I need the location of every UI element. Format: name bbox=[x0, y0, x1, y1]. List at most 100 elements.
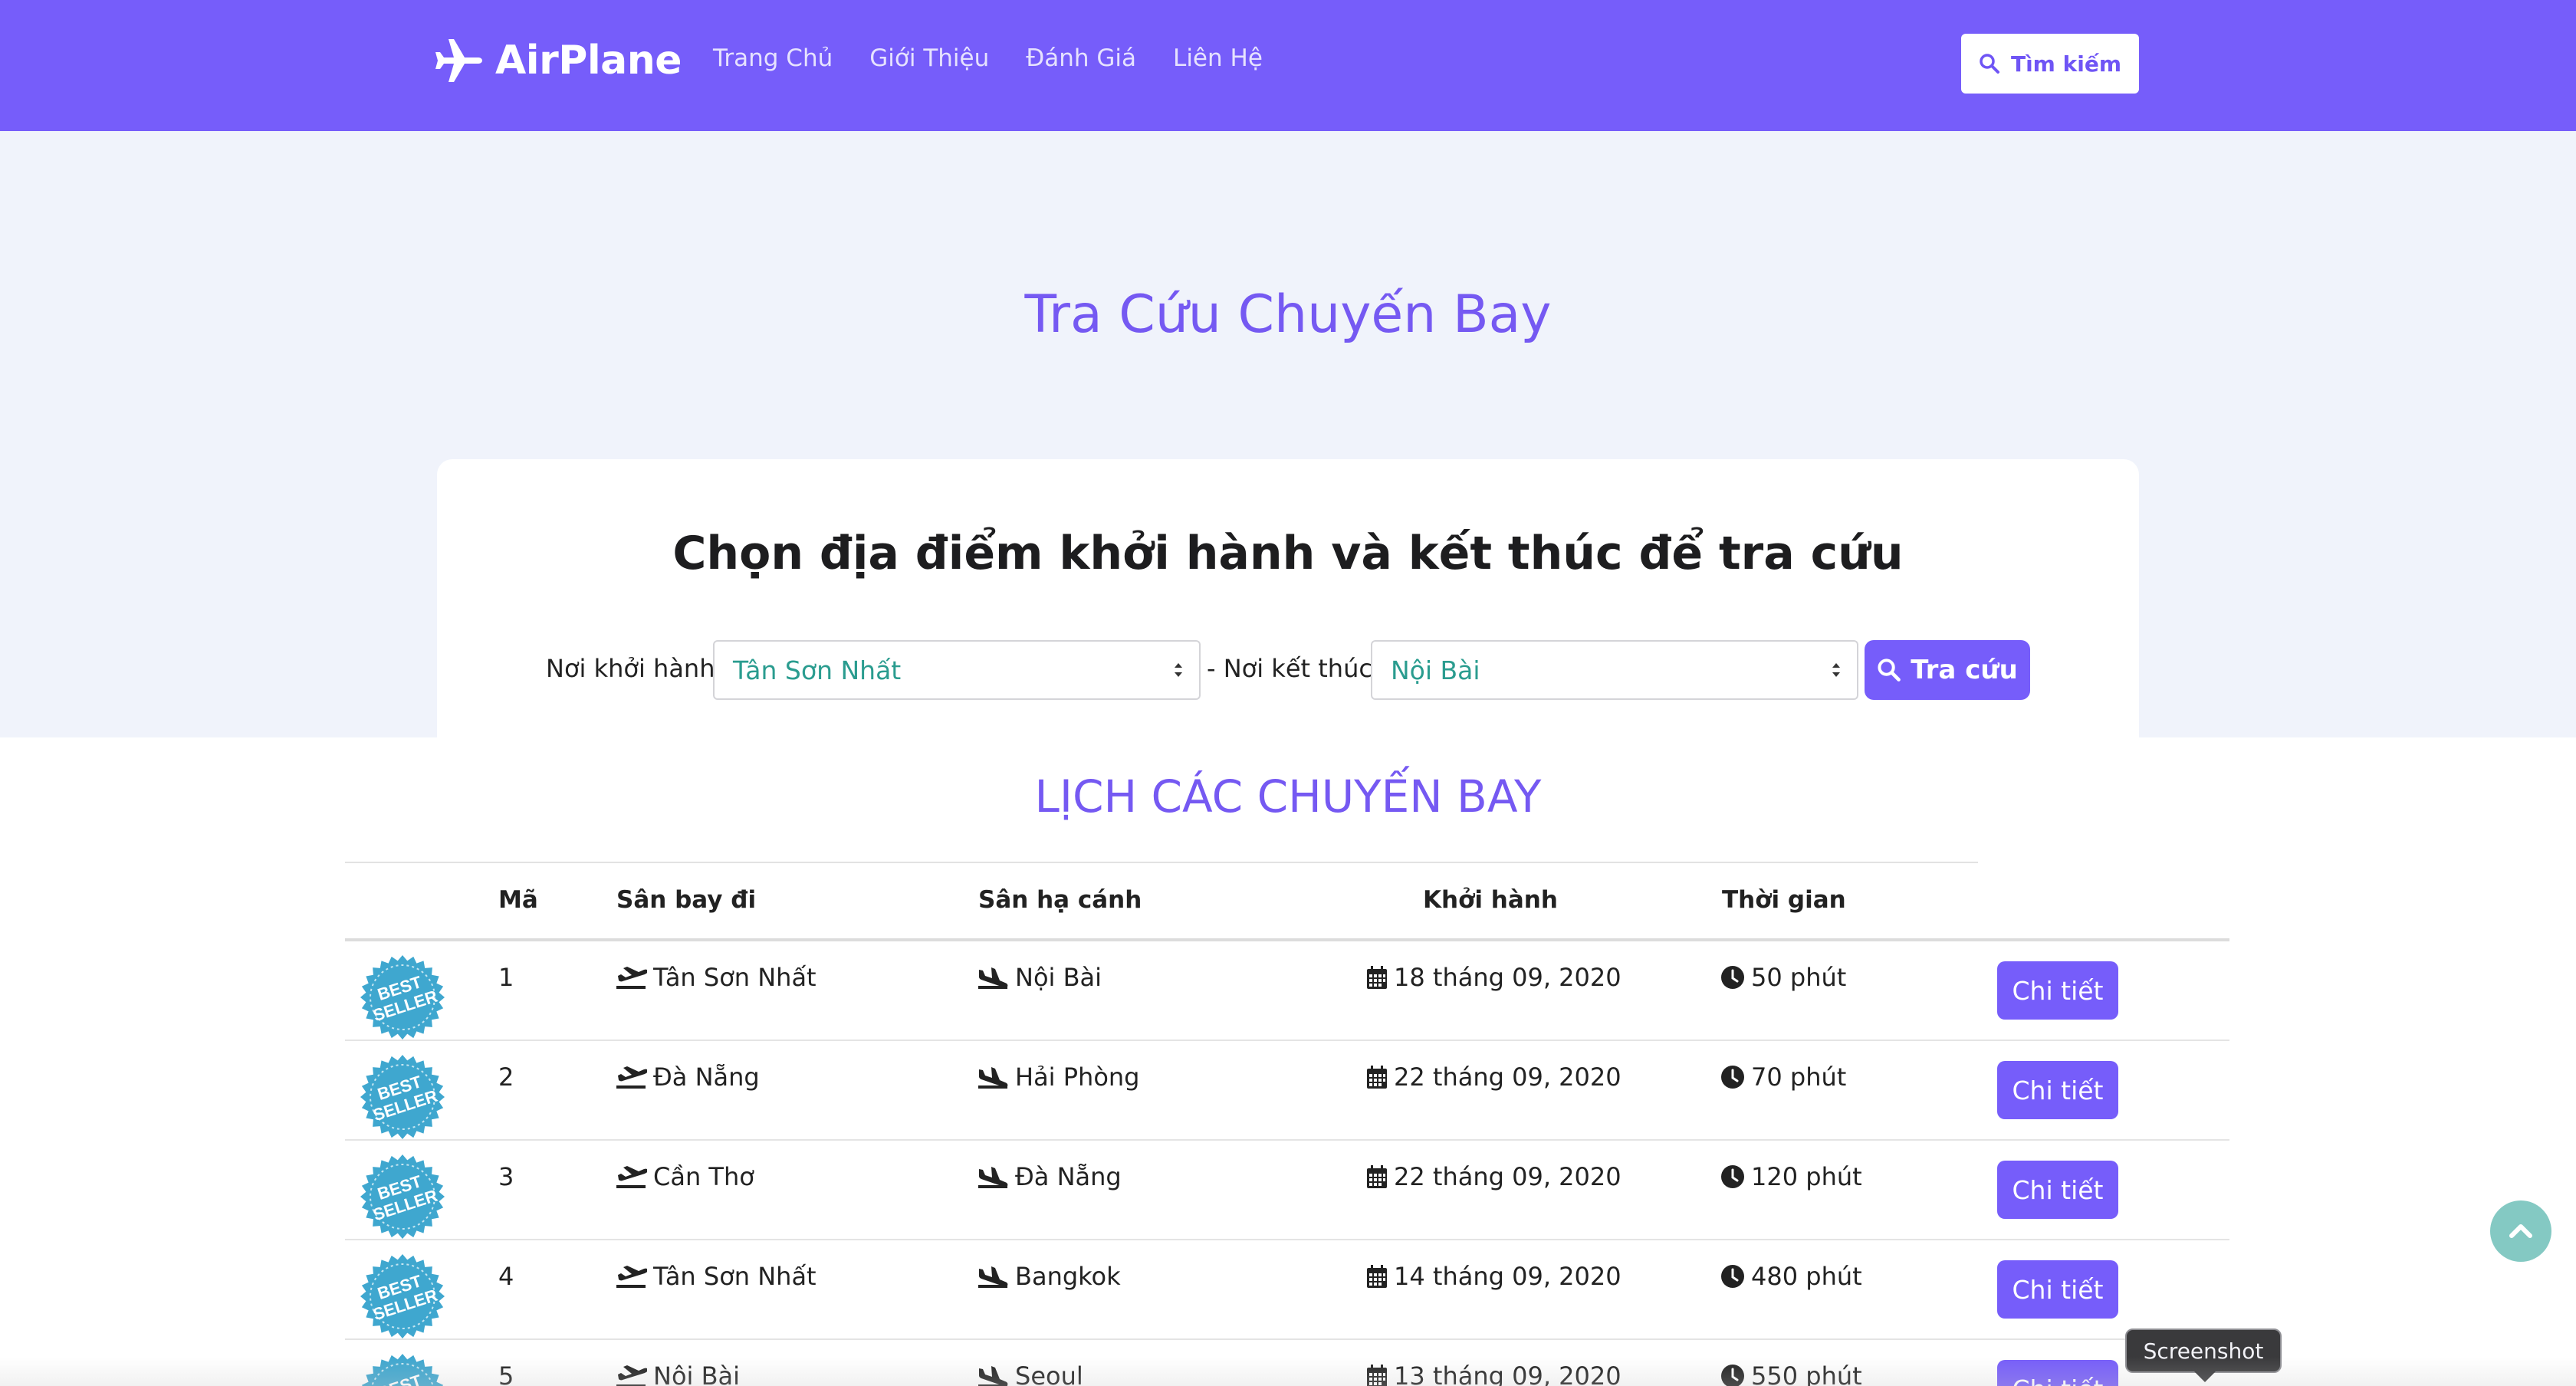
departure-airport: Tân Sơn Nhất bbox=[653, 963, 816, 992]
calendar-icon bbox=[1367, 1365, 1387, 1386]
scroll-to-top-button[interactable] bbox=[2490, 1200, 2551, 1262]
column-header-duration: Thời gian bbox=[1722, 886, 1846, 914]
plane-departure-icon bbox=[616, 1066, 647, 1089]
search-icon bbox=[1980, 54, 1999, 74]
lookup-button[interactable]: Tra cứu bbox=[1865, 640, 2030, 700]
arrival-airport: Hải Phòng bbox=[1015, 1062, 1140, 1092]
arrival-airport-cell: Đà Nẵng bbox=[977, 1162, 1122, 1191]
select-caret-icon bbox=[1832, 663, 1840, 677]
departure-airport: Nội Bài bbox=[653, 1361, 741, 1386]
from-label: Nơi khởi hành: bbox=[546, 654, 724, 683]
arrival-airport-cell: Nội Bài bbox=[977, 963, 1102, 992]
arrival-airport: Bangkok bbox=[1015, 1262, 1121, 1291]
search-card-heading: Chọn địa điểm khởi hành và kết thúc để t… bbox=[672, 527, 1904, 580]
duration-cell: 120 phút bbox=[1720, 1162, 1862, 1191]
clock-icon bbox=[1721, 1265, 1744, 1288]
search-button[interactable]: Tìm kiếm bbox=[1961, 34, 2139, 94]
plane-arrival-icon bbox=[978, 1067, 1008, 1089]
calendar-icon bbox=[1367, 966, 1387, 989]
table-row: BEST SELLER 1 Tân Sơn Nhất Nội Bài 18 tháng 0… bbox=[345, 941, 2229, 1041]
from-select-value: Tân Sơn Nhất bbox=[733, 655, 902, 685]
to-select-value: Nội Bài bbox=[1391, 655, 1480, 685]
arrival-airport-cell: Bangkok bbox=[977, 1262, 1121, 1291]
arrival-airport-cell: Seoul bbox=[977, 1361, 1083, 1386]
detail-button[interactable]: Chi tiết bbox=[1997, 1360, 2118, 1386]
nav-link-reviews[interactable]: Đánh Giá bbox=[1026, 44, 1136, 72]
flight-duration: 480 phút bbox=[1751, 1262, 1862, 1291]
select-caret-icon bbox=[1175, 663, 1182, 677]
plane-arrival-icon bbox=[978, 1366, 1008, 1386]
best-seller-badge: BESTSELLER bbox=[360, 1154, 445, 1239]
column-header-arrival-airport: Sân hạ cánh bbox=[978, 886, 1142, 914]
flight-code: 2 bbox=[498, 1062, 514, 1092]
duration-cell: 550 phút bbox=[1720, 1361, 1862, 1386]
to-select[interactable]: Nội Bài bbox=[1371, 640, 1858, 700]
search-card: Chọn địa điểm khởi hành và kết thúc để t… bbox=[437, 459, 2139, 761]
nav-link-home[interactable]: Trang Chủ bbox=[713, 44, 833, 72]
arrival-airport: Seoul bbox=[1015, 1361, 1083, 1386]
best-seller-badge: BESTSELLER bbox=[360, 955, 445, 1040]
departure-date: 18 tháng 09, 2020 bbox=[1394, 963, 1622, 992]
airplane-icon bbox=[435, 39, 482, 82]
departure-date-cell: 13 tháng 09, 2020 bbox=[1366, 1361, 1622, 1386]
table-row: BESTSELLER 5 Nội Bài Seoul 13 tháng 09, 2020… bbox=[345, 1340, 2229, 1386]
departure-airport: Đà Nẵng bbox=[653, 1062, 760, 1092]
flight-duration: 120 phút bbox=[1751, 1162, 1862, 1191]
lookup-button-label: Tra cứu bbox=[1911, 655, 2018, 685]
brand-name: AirPlane bbox=[495, 38, 682, 84]
detail-button[interactable]: Chi tiết bbox=[1997, 1260, 2118, 1319]
table-row: BEST SELLER 4 Tân Sơn Nhất Bangkok 14 tháng 0… bbox=[345, 1240, 2229, 1340]
flight-duration: 550 phút bbox=[1751, 1361, 1862, 1386]
departure-airport: Tân Sơn Nhất bbox=[653, 1262, 816, 1291]
plane-arrival-icon bbox=[978, 1167, 1008, 1188]
to-label: - Nơi kết thúc: bbox=[1207, 654, 1381, 683]
nav-link-contact[interactable]: Liên Hệ bbox=[1173, 44, 1263, 72]
table-header: Mã Sân bay đi Sân hạ cánh Khởi hành Thời… bbox=[345, 863, 2229, 940]
table-row: BEST SELLER 3 Cần Thơ Đà Nẵng 22 tháng 09, 20… bbox=[345, 1141, 2229, 1240]
column-header-code: Mã bbox=[498, 886, 538, 914]
detail-button[interactable]: Chi tiết bbox=[1997, 961, 2118, 1020]
departure-airport-cell: Cần Thơ bbox=[615, 1162, 754, 1191]
best-seller-badge: BESTSELLER bbox=[360, 1254, 445, 1338]
screenshot-tooltip: Screenshot bbox=[2125, 1329, 2282, 1373]
best-seller-badge: BESTSELLER bbox=[360, 1055, 445, 1139]
duration-cell: 480 phút bbox=[1720, 1262, 1862, 1291]
flight-code: 1 bbox=[498, 963, 514, 992]
flight-duration: 70 phút bbox=[1751, 1062, 1847, 1092]
page-title: Tra Cứu Chuyến Bay bbox=[1024, 284, 1552, 345]
arrival-airport-cell: Hải Phòng bbox=[977, 1062, 1139, 1092]
tooltip-arrow bbox=[2194, 1371, 2216, 1382]
calendar-icon bbox=[1367, 1165, 1387, 1188]
departure-date-cell: 18 tháng 09, 2020 bbox=[1366, 963, 1622, 992]
departure-date-cell: 22 tháng 09, 2020 bbox=[1366, 1062, 1622, 1092]
arrival-airport: Nội Bài bbox=[1015, 963, 1102, 992]
detail-button[interactable]: Chi tiết bbox=[1997, 1061, 2118, 1119]
table-row: BEST SELLER 2 Đà Nẵng Hải Phòng 22 tháng 09, … bbox=[345, 1041, 2229, 1141]
search-icon bbox=[1878, 659, 1901, 682]
departure-date: 13 tháng 09, 2020 bbox=[1394, 1361, 1622, 1386]
departure-date: 14 tháng 09, 2020 bbox=[1394, 1262, 1622, 1291]
flight-code: 3 bbox=[498, 1162, 514, 1191]
clock-icon bbox=[1721, 1066, 1744, 1089]
departure-date-cell: 14 tháng 09, 2020 bbox=[1366, 1262, 1622, 1291]
column-header-departure-date: Khởi hành bbox=[1423, 886, 1558, 914]
clock-icon bbox=[1721, 1365, 1744, 1386]
detail-button[interactable]: Chi tiết bbox=[1997, 1161, 2118, 1219]
nav-link-about[interactable]: Giới Thiệu bbox=[869, 44, 989, 72]
departure-date-cell: 22 tháng 09, 2020 bbox=[1366, 1162, 1622, 1191]
departure-date: 22 tháng 09, 2020 bbox=[1394, 1062, 1622, 1092]
search-form: Nơi khởi hành: Tân Sơn Nhất - Nơi kết th… bbox=[437, 640, 2139, 700]
from-select[interactable]: Tân Sơn Nhất bbox=[713, 640, 1201, 700]
departure-date: 22 tháng 09, 2020 bbox=[1394, 1162, 1622, 1191]
arrival-airport: Đà Nẵng bbox=[1015, 1162, 1122, 1191]
duration-cell: 70 phút bbox=[1720, 1062, 1846, 1092]
plane-departure-icon bbox=[616, 967, 647, 989]
departure-airport-cell: Tân Sơn Nhất bbox=[615, 1262, 816, 1291]
departure-airport-cell: Nội Bài bbox=[615, 1361, 740, 1386]
flight-duration: 50 phút bbox=[1751, 963, 1847, 992]
brand-logo[interactable]: AirPlane bbox=[434, 34, 682, 87]
clock-icon bbox=[1721, 966, 1744, 989]
column-header-departure-airport: Sân bay đi bbox=[616, 886, 757, 914]
schedule-title: LỊCH CÁC CHUYẾN BAY bbox=[1034, 770, 1542, 823]
flight-code: 5 bbox=[498, 1361, 514, 1386]
